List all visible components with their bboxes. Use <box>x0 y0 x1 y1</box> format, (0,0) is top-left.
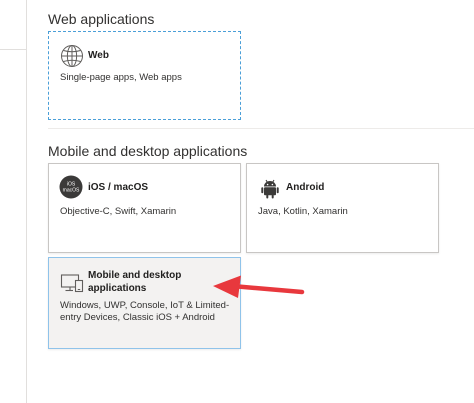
platform-selection-page: Web applications Web Single-page apps, W… <box>0 0 474 403</box>
ios-macos-icon: iOS macOS <box>59 175 83 199</box>
card-description: Objective-C, Swift, Xamarin <box>60 206 177 217</box>
card-title: Android <box>286 182 325 193</box>
svg-text:macOS: macOS <box>63 188 80 194</box>
card-description-line-1: Windows, UWP, Console, IoT & Limited- <box>60 300 230 311</box>
android-icon <box>261 179 279 199</box>
desktop-monitor-icon <box>60 274 84 293</box>
section-title-web: Web applications <box>48 11 155 27</box>
section-title-mobile-desktop: Mobile and desktop applications <box>48 143 248 159</box>
card-title-line-1: Mobile and desktop <box>88 270 182 281</box>
card-title: iOS / macOS <box>88 182 149 193</box>
card-description-line-2: entry Devices, Classic iOS + Android <box>60 312 215 323</box>
left-navigation-rail <box>0 0 27 403</box>
annotation-arrow <box>213 275 305 298</box>
ios-macos-platform-card[interactable]: iOS macOS iOS / macOS Objective-C, Swift… <box>48 163 241 253</box>
web-platform-card[interactable]: Web Single-page apps, Web apps <box>48 31 241 120</box>
card-description: Single-page apps, Web apps <box>60 72 182 83</box>
card-title-line-2: applications <box>88 283 147 294</box>
rail-divider <box>0 49 26 50</box>
globe-icon <box>61 45 83 67</box>
card-description: Java, Kotlin, Xamarin <box>258 206 348 217</box>
card-title: Web <box>88 50 109 61</box>
android-platform-card[interactable]: Android Java, Kotlin, Xamarin <box>246 163 439 253</box>
section-divider <box>48 128 474 129</box>
